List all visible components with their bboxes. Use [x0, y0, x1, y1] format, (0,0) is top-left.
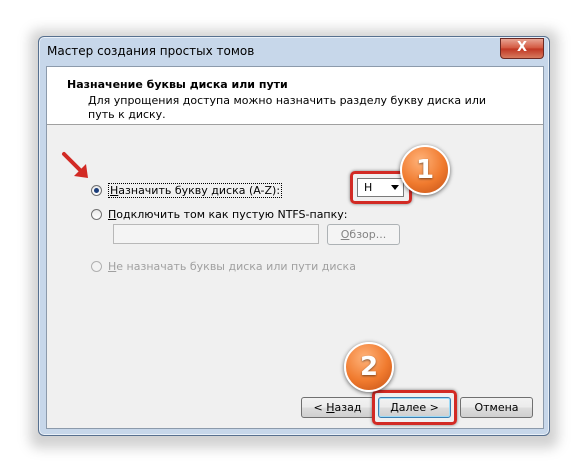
option-no-letter[interactable]: Не назначать буквы диска или пути диска	[91, 260, 356, 273]
option-assign-letter[interactable]: Назначить букву диска (A-Z):	[91, 183, 283, 198]
wizard-content: Назначение буквы диска или пути Для упро…	[46, 66, 544, 429]
wizard-header: Назначение буквы диска или пути Для упро…	[47, 67, 543, 125]
browse-text: бзор...	[349, 228, 387, 241]
page-description: Для упрощения доступа можно назначить ра…	[88, 94, 486, 121]
mount-folder-radio[interactable]	[91, 209, 102, 220]
back-button[interactable]: < Назад	[301, 397, 374, 418]
assign-letter-radio[interactable]	[91, 185, 102, 196]
window-title: Мастер создания простых томов	[47, 44, 255, 58]
close-icon: X	[516, 40, 528, 55]
browse-button[interactable]: Обзор...	[327, 224, 400, 245]
assign-letter-text: азначить букву диска (A-Z):	[118, 184, 281, 197]
cancel-button[interactable]: Отмена	[460, 397, 533, 418]
no-letter-text: е назначать буквы диска или пути диска	[116, 260, 356, 273]
arrow-pointer-icon	[62, 152, 88, 178]
page-title: Назначение буквы диска или пути	[67, 78, 288, 91]
assign-letter-label: Назначить букву диска (A-Z):	[108, 183, 283, 198]
highlight-next-button	[372, 390, 457, 425]
back-mnemonic: Н	[326, 401, 335, 414]
mount-folder-text: одключить том как пустую NTFS-папку:	[116, 208, 348, 221]
close-button[interactable]: X	[500, 38, 544, 59]
option-mount-folder[interactable]: Подключить том как пустую NTFS-папку:	[91, 208, 348, 221]
no-letter-label: Не назначать буквы диска или пути диска	[108, 260, 356, 273]
back-text: азад	[334, 401, 362, 414]
step-badge-1: 1	[400, 145, 450, 195]
no-letter-radio[interactable]	[91, 261, 102, 272]
mount-folder-label: Подключить том как пустую NTFS-папку:	[108, 208, 348, 221]
back-prefix: <	[313, 401, 327, 414]
step-badge-2: 2	[344, 342, 394, 392]
wizard-window: Мастер создания простых томов X Назначен…	[38, 36, 550, 436]
title-bar: Мастер создания простых томов X	[39, 37, 549, 67]
folder-path-input[interactable]	[113, 224, 319, 244]
cancel-text: Отмена	[474, 401, 519, 414]
